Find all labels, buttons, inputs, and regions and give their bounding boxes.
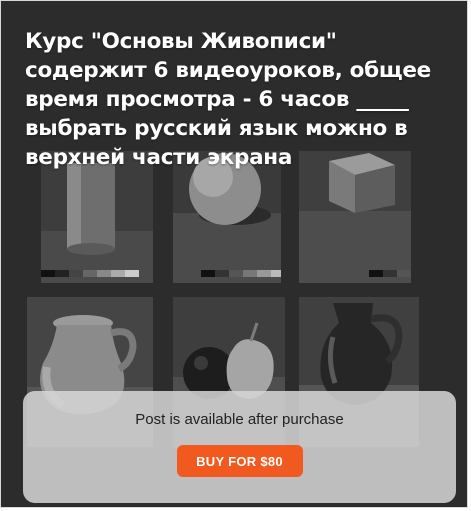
buy-button[interactable]: BUY FOR $80	[176, 445, 303, 477]
palette-strip	[41, 270, 139, 277]
paywall-message: Post is available after purchase	[135, 411, 344, 428]
paywall-overlay: Post is available after purchase BUY FOR…	[23, 391, 456, 503]
palette-strip	[201, 270, 281, 277]
post-headline: Курс "Основы Живописи" содержит 6 видеоу…	[25, 29, 431, 170]
post-card: Курс "Основы Живописи" содержит 6 видеоу…	[0, 0, 468, 508]
palette-strip	[369, 270, 411, 277]
